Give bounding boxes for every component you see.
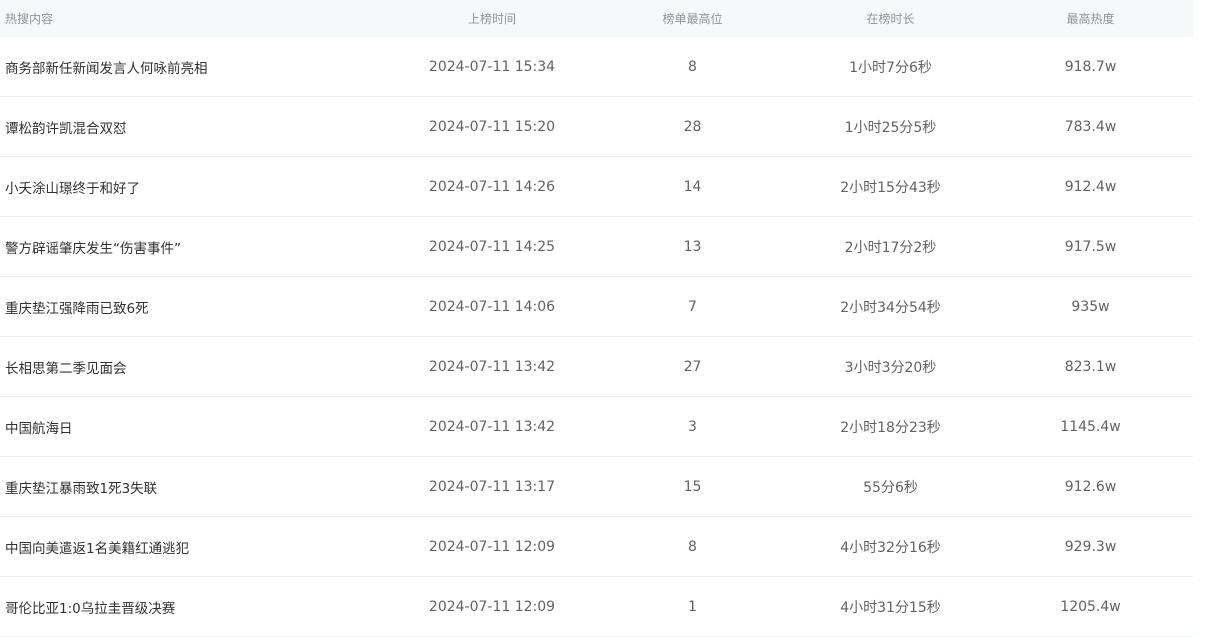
row-time: 2024-07-11 12:09 bbox=[428, 538, 556, 555]
row-title[interactable]: 哥伦比亚1:0乌拉圭晋级决赛 bbox=[0, 597, 392, 617]
row-rank: 15 bbox=[683, 478, 702, 495]
header-title: 热搜内容 bbox=[5, 12, 54, 26]
row-time: 2024-07-11 13:42 bbox=[428, 358, 556, 375]
row-heat: 783.4w bbox=[1064, 118, 1117, 135]
row-time: 2024-07-11 15:20 bbox=[428, 118, 556, 135]
row-heat: 912.6w bbox=[1064, 478, 1117, 495]
header-time: 上榜时间 bbox=[467, 12, 516, 26]
row-title[interactable]: 商务部新任新闻发言人何咏前亮相 bbox=[0, 57, 392, 77]
row-rank: 27 bbox=[683, 358, 702, 375]
row-rank: 28 bbox=[683, 118, 702, 135]
row-title[interactable]: 小夭涂山璟终于和好了 bbox=[0, 177, 392, 197]
row-heat: 918.7w bbox=[1064, 58, 1117, 75]
row-heat: 917.5w bbox=[1064, 238, 1117, 255]
row-time: 2024-07-11 14:26 bbox=[428, 178, 556, 195]
row-duration: 1小时7分6秒 bbox=[849, 59, 932, 76]
row-duration: 2小时15分43秒 bbox=[840, 179, 941, 196]
row-title[interactable]: 中国航海日 bbox=[0, 417, 392, 437]
row-title[interactable]: 谭松韵许凯混合双怼 bbox=[0, 117, 392, 137]
row-time: 2024-07-11 13:42 bbox=[428, 418, 556, 435]
header-heat: 最高热度 bbox=[1066, 12, 1115, 26]
row-duration: 3小时3分20秒 bbox=[844, 359, 937, 376]
table-row[interactable]: 重庆垫江暴雨致1死3失联 2024-07-11 13:17 15 55分6秒 9… bbox=[0, 457, 1193, 517]
row-title[interactable]: 长相思第二季见面会 bbox=[0, 357, 392, 377]
row-heat: 1145.4w bbox=[1060, 418, 1121, 435]
table-row[interactable]: 中国航海日 2024-07-11 13:42 3 2小时18分23秒 1145.… bbox=[0, 397, 1193, 457]
row-rank: 8 bbox=[688, 58, 697, 75]
row-heat: 935w bbox=[1071, 298, 1110, 315]
table-row[interactable]: 警方辟谣肇庆发生“伤害事件” 2024-07-11 14:25 13 2小时17… bbox=[0, 217, 1193, 277]
row-duration: 2小时34分54秒 bbox=[840, 299, 941, 316]
row-rank: 3 bbox=[688, 418, 697, 435]
table-row[interactable]: 哥伦比亚1:0乌拉圭晋级决赛 2024-07-11 12:09 1 4小时31分… bbox=[0, 577, 1193, 637]
row-heat: 1205.4w bbox=[1060, 598, 1121, 615]
row-rank: 14 bbox=[683, 178, 702, 195]
table-row[interactable]: 谭松韵许凯混合双怼 2024-07-11 15:20 28 1小时25分5秒 7… bbox=[0, 97, 1193, 157]
row-title[interactable]: 中国向美遣返1名美籍红通逃犯 bbox=[0, 537, 392, 557]
row-time: 2024-07-11 12:09 bbox=[428, 598, 556, 615]
row-title[interactable]: 重庆垫江暴雨致1死3失联 bbox=[0, 477, 392, 497]
row-heat: 929.3w bbox=[1064, 538, 1117, 555]
row-title[interactable]: 警方辟谣肇庆发生“伤害事件” bbox=[0, 237, 392, 257]
row-duration: 1小时25分5秒 bbox=[844, 119, 937, 136]
row-time: 2024-07-11 14:25 bbox=[428, 238, 556, 255]
row-duration: 2小时18分23秒 bbox=[840, 419, 941, 436]
row-heat: 912.4w bbox=[1064, 178, 1117, 195]
table-header: 热搜内容 上榜时间 榜单最高位 在榜时长 最高热度 bbox=[0, 0, 1193, 37]
row-duration: 4小时31分15秒 bbox=[840, 599, 941, 616]
table-row[interactable]: 中国向美遣返1名美籍红通逃犯 2024-07-11 12:09 8 4小时32分… bbox=[0, 517, 1193, 577]
row-heat: 823.1w bbox=[1064, 358, 1117, 375]
row-duration: 55分6秒 bbox=[863, 479, 918, 496]
row-time: 2024-07-11 15:34 bbox=[428, 58, 556, 75]
row-rank: 13 bbox=[683, 238, 702, 255]
hot-search-table: 热搜内容 上榜时间 榜单最高位 在榜时长 最高热度 商务部新任新闻发言人何咏前亮… bbox=[0, 0, 1193, 637]
row-duration: 4小时32分16秒 bbox=[840, 539, 941, 556]
row-rank: 8 bbox=[688, 538, 697, 555]
row-duration: 2小时17分2秒 bbox=[844, 239, 937, 256]
row-rank: 7 bbox=[688, 298, 697, 315]
row-rank: 1 bbox=[688, 598, 697, 615]
table-row[interactable]: 长相思第二季见面会 2024-07-11 13:42 27 3小时3分20秒 8… bbox=[0, 337, 1193, 397]
table-row[interactable]: 商务部新任新闻发言人何咏前亮相 2024-07-11 15:34 8 1小时7分… bbox=[0, 37, 1193, 97]
row-time: 2024-07-11 14:06 bbox=[428, 298, 556, 315]
table-row[interactable]: 重庆垫江强降雨已致6死 2024-07-11 14:06 7 2小时34分54秒… bbox=[0, 277, 1193, 337]
table-row[interactable]: 小夭涂山璟终于和好了 2024-07-11 14:26 14 2小时15分43秒… bbox=[0, 157, 1193, 217]
row-title[interactable]: 重庆垫江强降雨已致6死 bbox=[0, 297, 392, 317]
row-time: 2024-07-11 13:17 bbox=[428, 478, 556, 495]
header-rank: 榜单最高位 bbox=[662, 12, 723, 26]
header-duration: 在榜时长 bbox=[866, 12, 915, 26]
